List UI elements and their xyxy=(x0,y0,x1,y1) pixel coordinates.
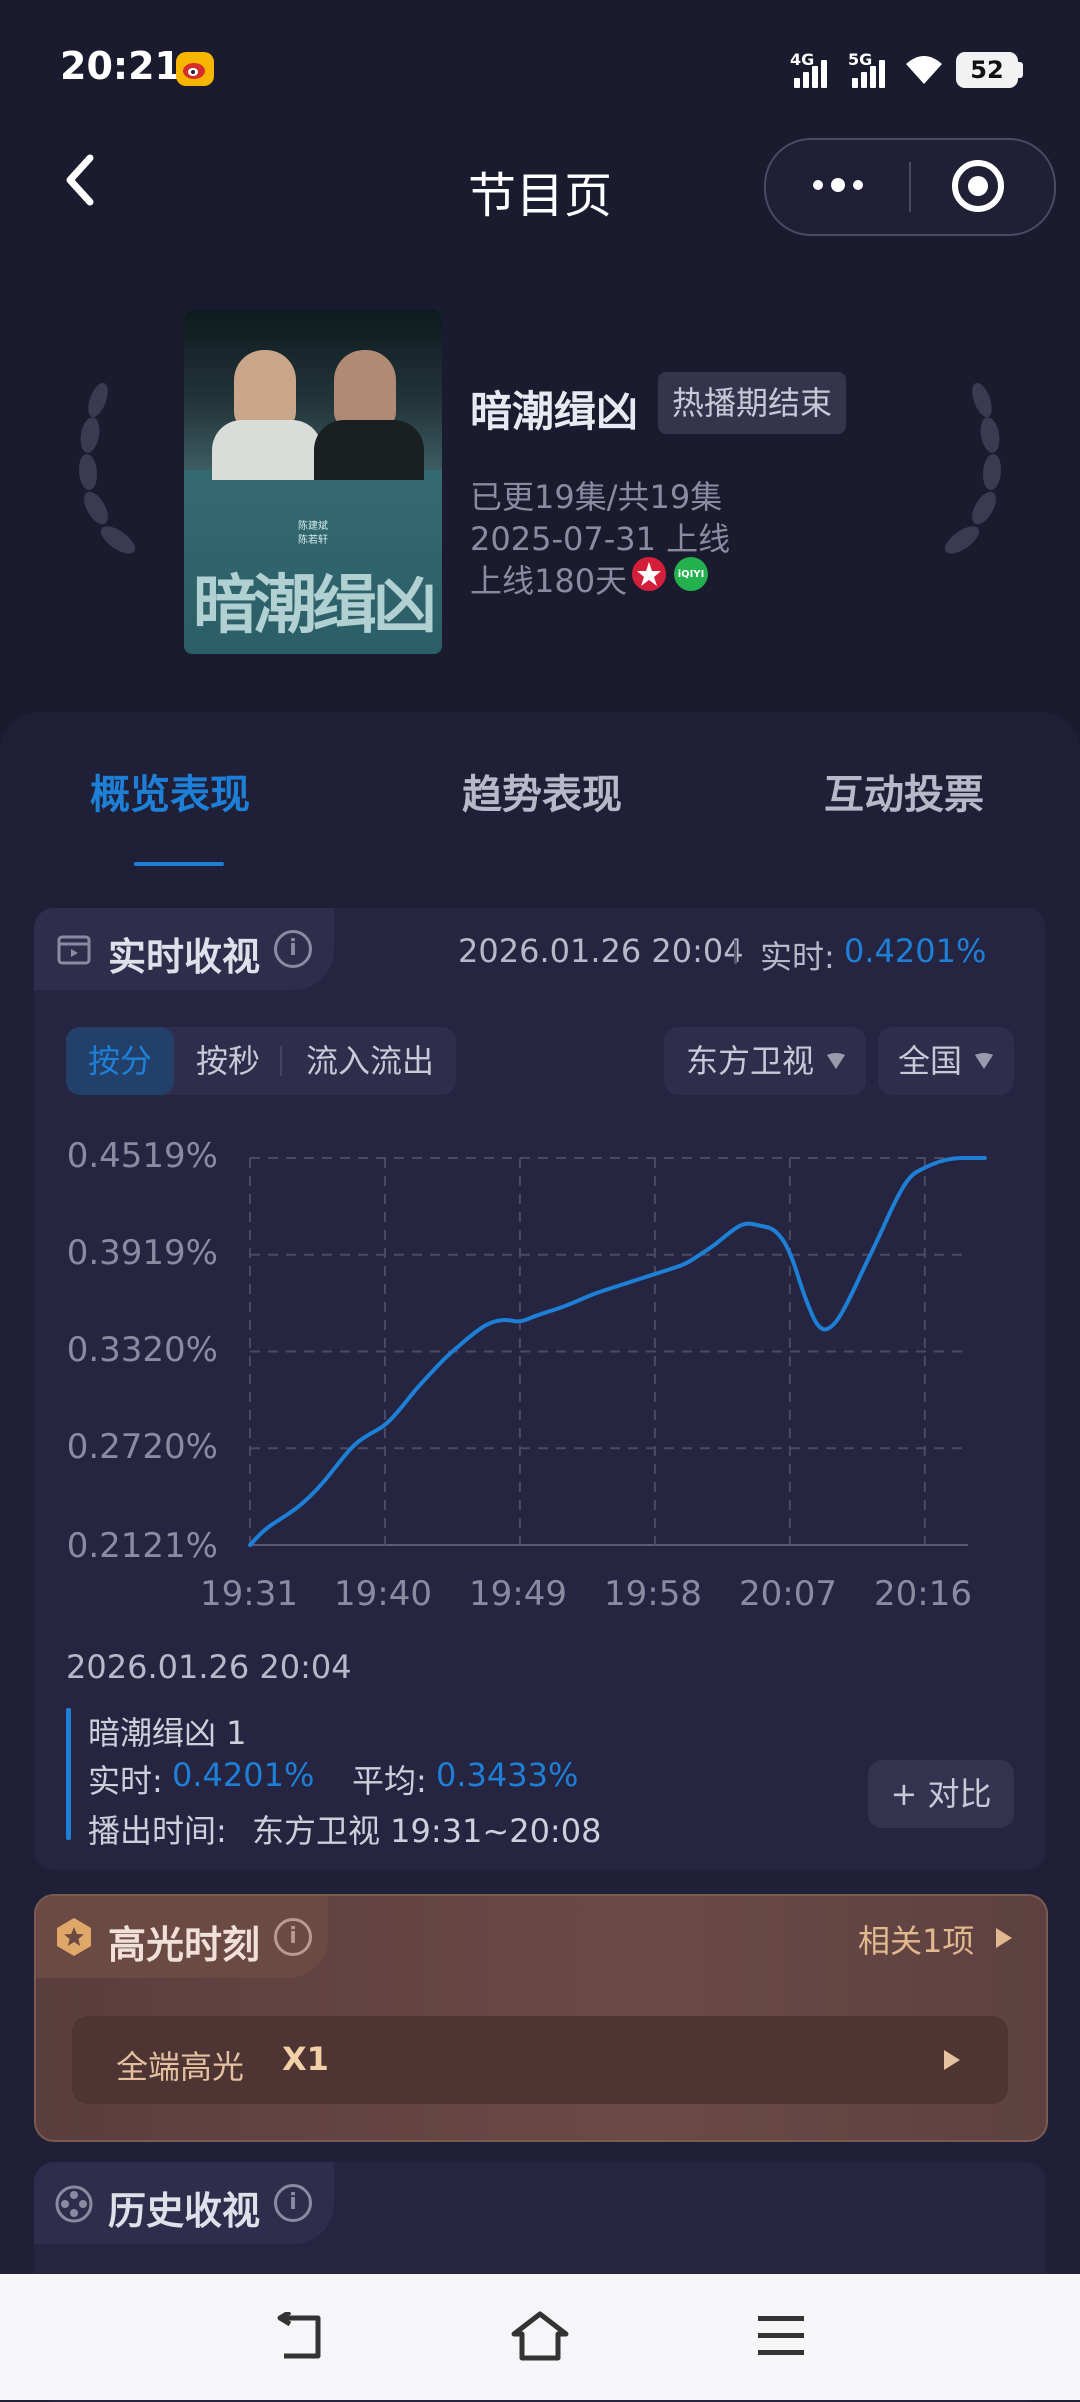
highlight-card-header: 高光时刻 i xyxy=(36,1896,328,1978)
segment-inflow-outflow[interactable]: 流入流出 xyxy=(292,1027,448,1095)
segment-by-second[interactable]: 按秒 xyxy=(174,1027,282,1095)
close-miniprogram-button[interactable] xyxy=(948,158,1008,214)
tv-icon xyxy=(57,935,91,965)
poster-credit: 陈建斌 xyxy=(298,521,328,532)
highlight-related-link[interactable]: 相关1项 xyxy=(858,1916,974,1962)
poster-figure xyxy=(234,350,296,430)
dragon-tv-logo-icon xyxy=(632,557,666,591)
info-icon[interactable]: i xyxy=(274,930,312,968)
realtime-value: 0.4201% xyxy=(844,932,987,970)
realtime-label: 实时: xyxy=(760,938,835,976)
episode-count: 已更19集/共19集 xyxy=(470,478,723,516)
divider xyxy=(734,940,737,964)
play-arrow-icon xyxy=(944,2050,960,2070)
poster-credits: 陈建斌 陈若轩 xyxy=(184,520,442,548)
legend-rt-label: 实时: xyxy=(88,1762,163,1800)
target-circle-icon xyxy=(952,160,1004,212)
highlight-title: 高光时刻 xyxy=(108,1923,261,1967)
poster-credit: 陈若轩 xyxy=(298,535,328,546)
x-tick-label: 19:31 xyxy=(200,1574,298,1614)
legend-date: 2026.01.26 20:04 xyxy=(66,1648,352,1686)
system-nav-bar xyxy=(0,2274,1080,2400)
realtime-timestamp: 2026.01.26 20:04 xyxy=(458,932,744,970)
laurel-right-icon xyxy=(928,380,1018,580)
segment-by-minute[interactable]: 按分 xyxy=(66,1027,174,1095)
compare-button[interactable]: + 对比 xyxy=(868,1760,1014,1828)
x-tick-label: 19:49 xyxy=(469,1574,567,1614)
x-tick-label: 19:40 xyxy=(334,1574,432,1614)
realtime-title: 实时收视 xyxy=(108,935,261,979)
poster-figure xyxy=(334,350,396,430)
show-title: 暗潮缉凶 xyxy=(470,387,639,436)
highlight-row-label: 全端高光 xyxy=(116,2048,245,2086)
region-dropdown[interactable]: 全国 xyxy=(878,1027,1014,1095)
caret-down-icon xyxy=(827,1053,845,1069)
legend-avg-value: 0.3433% xyxy=(436,1756,579,1794)
tab-vote[interactable]: 互动投票 xyxy=(824,762,984,820)
x-tick-label: 20:16 xyxy=(874,1574,972,1614)
net1-label: 4G xyxy=(790,50,815,69)
battery-tip xyxy=(1018,62,1023,78)
info-icon[interactable]: i xyxy=(274,2184,312,2222)
history-title: 历史收视 xyxy=(108,2189,261,2233)
wifi-icon xyxy=(902,50,946,90)
legend-air-label: 播出时间: xyxy=(88,1812,227,1850)
legend-series-name: 暗潮缉凶 1 xyxy=(88,1714,247,1752)
legend-air-value: 东方卫视 19:31~20:08 xyxy=(252,1812,602,1850)
signal-4g-icon: 4G xyxy=(790,50,840,90)
home-nav-icon[interactable] xyxy=(510,2310,570,2362)
x-tick-label: 20:07 xyxy=(739,1574,837,1614)
premiere-date: 2025-07-31 上线 xyxy=(470,520,731,558)
realtime-card-header: 实时收视 i xyxy=(34,908,334,990)
info-icon[interactable]: i xyxy=(274,1918,312,1956)
laurel-left-icon xyxy=(62,380,152,580)
tab-overview[interactable]: 概览表现 xyxy=(90,762,250,820)
series-color-bar xyxy=(66,1708,71,1840)
ratings-line-chart[interactable] xyxy=(0,1100,1080,1570)
legend-rt-value: 0.4201% xyxy=(172,1756,315,1794)
channel-label: 东方卫视 xyxy=(686,1042,815,1080)
highlight-row-value: X1 xyxy=(282,2040,329,2078)
play-arrow-icon xyxy=(996,1928,1012,1948)
history-card-header: 历史收视 i xyxy=(34,2162,334,2244)
legend-avg-label: 平均: xyxy=(352,1762,427,1800)
capsule-divider xyxy=(909,162,911,212)
more-dots-icon xyxy=(813,178,863,192)
caret-down-icon xyxy=(975,1053,993,1069)
net2-label: 5G xyxy=(848,50,873,69)
back-nav-icon[interactable] xyxy=(270,2312,326,2362)
film-reel-icon xyxy=(55,2185,93,2223)
highlight-row[interactable]: 全端高光 X1 xyxy=(72,2016,1008,2104)
poster-title: 暗潮缉凶 xyxy=(193,568,437,643)
battery-icon: 52 xyxy=(956,52,1018,88)
signal-5g-icon: 5G xyxy=(848,50,898,90)
x-tick-label: 19:58 xyxy=(604,1574,702,1614)
days-online: 上线180天 xyxy=(470,562,628,600)
weibo-notification-icon xyxy=(176,52,214,86)
menu-nav-icon[interactable] xyxy=(756,2314,806,2358)
status-badge: 热播期结束 xyxy=(658,372,847,434)
segment-divider xyxy=(280,1046,282,1076)
iqiyi-logo-icon: iQIYI xyxy=(674,557,708,591)
tab-trend[interactable]: 趋势表现 xyxy=(462,762,622,820)
poster-figure-coat xyxy=(314,420,424,480)
region-label: 全国 xyxy=(898,1042,963,1080)
badge-star-icon xyxy=(57,1918,91,1956)
channel-dropdown[interactable]: 东方卫视 xyxy=(664,1027,866,1095)
mini-program-capsule xyxy=(764,138,1056,236)
show-poster[interactable]: 陈建斌 陈若轩 暗潮缉凶 xyxy=(184,310,442,654)
status-time: 20:21 xyxy=(60,44,181,88)
tab-indicator xyxy=(134,862,224,866)
poster-figure-coat xyxy=(212,420,322,480)
more-button[interactable] xyxy=(804,160,874,210)
